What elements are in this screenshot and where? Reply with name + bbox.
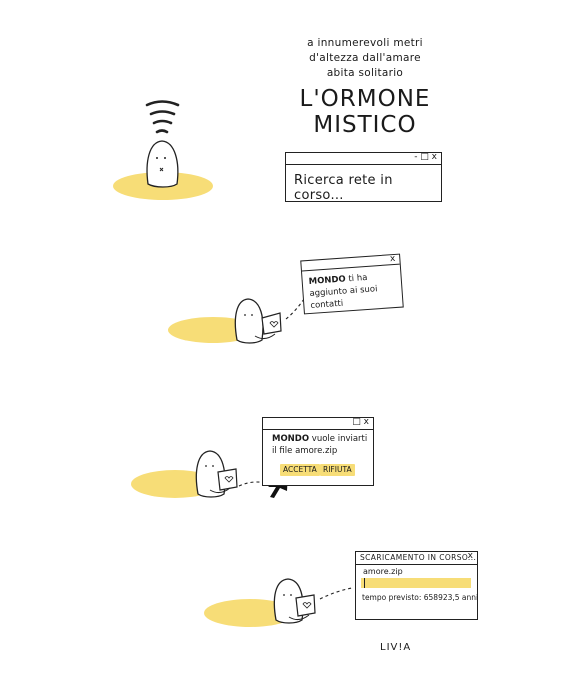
artist-signature: LIV!A xyxy=(380,642,412,653)
accept-button[interactable]: ACCETTA xyxy=(280,464,320,476)
title-line-1: L'ORMONE xyxy=(299,86,431,112)
window-titlebar: SCARICAMENTO IN CORSO... x xyxy=(356,550,477,565)
ghost-with-laptop-2 xyxy=(195,450,238,498)
title-line-2: MISTICO xyxy=(313,112,417,138)
download-progress-fill xyxy=(361,578,365,588)
intro-text: a innumerevoli metri d'altezza dall'amar… xyxy=(290,36,440,81)
comic-title: L'ORMONE MISTICO xyxy=(290,86,440,138)
file-name: amore.zip xyxy=(295,446,338,456)
window-controls[interactable]: - □ x xyxy=(414,151,437,163)
download-eta: tempo previsto: 658923,5 anni xyxy=(362,593,479,602)
intro-line-2: d'altezza dall'amare xyxy=(309,52,421,64)
ghost-with-laptop-1 xyxy=(234,298,282,344)
request-text-file: il file xyxy=(272,446,293,456)
sender-name: MONDO xyxy=(272,434,310,444)
illustration-layer xyxy=(113,100,353,627)
download-window-title: SCARICAMENTO IN CORSO... xyxy=(360,553,477,562)
network-search-window: - □ x Ricerca rete in corso... xyxy=(285,151,442,203)
intro-line-3: abita solitario xyxy=(326,67,404,79)
file-transfer-request-window: □ x MONDO vuole inviarti il file amore.z… xyxy=(262,417,374,486)
ghost-character-searching xyxy=(146,140,179,188)
dashed-link-4 xyxy=(319,587,353,600)
download-progress-bar xyxy=(361,578,471,588)
close-icon[interactable]: x xyxy=(390,253,396,265)
download-window: SCARICAMENTO IN CORSO... x amore.zip tem… xyxy=(355,551,478,620)
contact-added-message: MONDO ti ha aggiunto ai suoi contatti xyxy=(308,270,402,312)
download-file-name: amore.zip xyxy=(363,567,403,576)
wifi-signal-icon xyxy=(145,100,180,134)
close-icon[interactable]: x xyxy=(468,550,473,562)
network-search-message: Ricerca rete in corso... xyxy=(294,173,393,203)
ghost-with-laptop-3 xyxy=(273,578,316,624)
window-titlebar: □ x xyxy=(263,416,373,430)
window-titlebar: - □ x xyxy=(286,151,441,165)
file-transfer-message: MONDO vuole inviarti il file amore.zip xyxy=(272,433,372,457)
contact-added-window: x MONDO ti ha aggiunto ai suoi contatti xyxy=(300,253,404,315)
sender-name: MONDO xyxy=(308,274,347,287)
intro-line-1: a innumerevoli metri xyxy=(307,37,423,49)
refuse-button[interactable]: RIFIUTA xyxy=(320,464,355,476)
window-controls[interactable]: □ x xyxy=(352,416,369,428)
request-text: vuole inviarti xyxy=(311,434,368,444)
